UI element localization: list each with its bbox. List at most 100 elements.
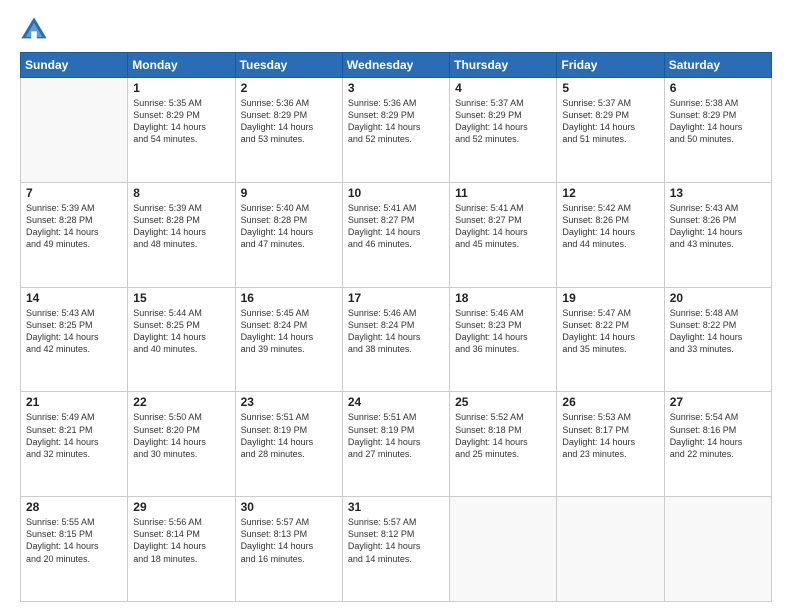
day-number: 16	[241, 291, 337, 305]
day-info: Sunrise: 5:36 AM Sunset: 8:29 PM Dayligh…	[348, 97, 444, 146]
day-number: 14	[26, 291, 122, 305]
week-row-0: 1 Sunrise: 5:35 AM Sunset: 8:29 PM Daylig…	[21, 78, 772, 183]
day-info: Sunrise: 5:39 AM Sunset: 8:28 PM Dayligh…	[26, 202, 122, 251]
week-row-2: 14 Sunrise: 5:43 AM Sunset: 8:25 PM Dayli…	[21, 287, 772, 392]
day-number: 24	[348, 395, 444, 409]
day-info: Sunrise: 5:37 AM Sunset: 8:29 PM Dayligh…	[455, 97, 551, 146]
day-info: Sunrise: 5:51 AM Sunset: 8:19 PM Dayligh…	[241, 411, 337, 460]
day-number: 3	[348, 81, 444, 95]
day-info: Sunrise: 5:47 AM Sunset: 8:22 PM Dayligh…	[562, 307, 658, 356]
day-number: 1	[133, 81, 229, 95]
day-info: Sunrise: 5:50 AM Sunset: 8:20 PM Dayligh…	[133, 411, 229, 460]
day-number: 10	[348, 186, 444, 200]
day-cell: 23 Sunrise: 5:51 AM Sunset: 8:19 PM Dayli…	[235, 392, 342, 497]
day-info: Sunrise: 5:53 AM Sunset: 8:17 PM Dayligh…	[562, 411, 658, 460]
day-cell: 19 Sunrise: 5:47 AM Sunset: 8:22 PM Dayli…	[557, 287, 664, 392]
week-row-1: 7 Sunrise: 5:39 AM Sunset: 8:28 PM Daylig…	[21, 182, 772, 287]
day-number: 5	[562, 81, 658, 95]
day-cell: 29 Sunrise: 5:56 AM Sunset: 8:14 PM Dayli…	[128, 497, 235, 602]
day-number: 7	[26, 186, 122, 200]
header-cell-sunday: Sunday	[21, 53, 128, 78]
day-number: 21	[26, 395, 122, 409]
calendar-header: SundayMondayTuesdayWednesdayThursdayFrid…	[21, 53, 772, 78]
day-info: Sunrise: 5:44 AM Sunset: 8:25 PM Dayligh…	[133, 307, 229, 356]
day-info: Sunrise: 5:57 AM Sunset: 8:12 PM Dayligh…	[348, 516, 444, 565]
day-number: 28	[26, 500, 122, 514]
day-cell: 28 Sunrise: 5:55 AM Sunset: 8:15 PM Dayli…	[21, 497, 128, 602]
day-cell: 27 Sunrise: 5:54 AM Sunset: 8:16 PM Dayli…	[664, 392, 771, 497]
page: SundayMondayTuesdayWednesdayThursdayFrid…	[0, 0, 792, 612]
day-cell	[450, 497, 557, 602]
day-number: 19	[562, 291, 658, 305]
day-cell	[557, 497, 664, 602]
day-number: 13	[670, 186, 766, 200]
calendar-table: SundayMondayTuesdayWednesdayThursdayFrid…	[20, 52, 772, 602]
day-cell: 15Sunrise: 5:44 AM Sunset: 8:25 PM Dayli…	[128, 287, 235, 392]
day-info: Sunrise: 5:41 AM Sunset: 8:27 PM Dayligh…	[455, 202, 551, 251]
header-cell-wednesday: Wednesday	[342, 53, 449, 78]
logo-icon	[20, 16, 48, 44]
day-cell	[21, 78, 128, 183]
day-number: 30	[241, 500, 337, 514]
day-number: 22	[133, 395, 229, 409]
day-cell: 25Sunrise: 5:52 AM Sunset: 8:18 PM Dayli…	[450, 392, 557, 497]
day-info: Sunrise: 5:36 AM Sunset: 8:29 PM Dayligh…	[241, 97, 337, 146]
header-cell-tuesday: Tuesday	[235, 53, 342, 78]
day-info: Sunrise: 5:55 AM Sunset: 8:15 PM Dayligh…	[26, 516, 122, 565]
day-cell: 17 Sunrise: 5:46 AM Sunset: 8:24 PM Dayli…	[342, 287, 449, 392]
header-cell-monday: Monday	[128, 53, 235, 78]
day-cell: 14 Sunrise: 5:43 AM Sunset: 8:25 PM Dayli…	[21, 287, 128, 392]
day-cell: 18Sunrise: 5:46 AM Sunset: 8:23 PM Dayli…	[450, 287, 557, 392]
day-info: Sunrise: 5:46 AM Sunset: 8:23 PM Dayligh…	[455, 307, 551, 356]
header-cell-friday: Friday	[557, 53, 664, 78]
header-cell-thursday: Thursday	[450, 53, 557, 78]
day-info: Sunrise: 5:54 AM Sunset: 8:16 PM Dayligh…	[670, 411, 766, 460]
day-cell: 11 Sunrise: 5:41 AM Sunset: 8:27 PM Dayli…	[450, 182, 557, 287]
day-info: Sunrise: 5:43 AM Sunset: 8:25 PM Dayligh…	[26, 307, 122, 356]
day-info: Sunrise: 5:48 AM Sunset: 8:22 PM Dayligh…	[670, 307, 766, 356]
day-info: Sunrise: 5:35 AM Sunset: 8:29 PM Dayligh…	[133, 97, 229, 146]
day-number: 23	[241, 395, 337, 409]
day-number: 25	[455, 395, 551, 409]
day-number: 9	[241, 186, 337, 200]
day-info: Sunrise: 5:45 AM Sunset: 8:24 PM Dayligh…	[241, 307, 337, 356]
day-number: 27	[670, 395, 766, 409]
day-info: Sunrise: 5:37 AM Sunset: 8:29 PM Dayligh…	[562, 97, 658, 146]
day-cell: 8 Sunrise: 5:39 AM Sunset: 8:28 PM Daylig…	[128, 182, 235, 287]
day-number: 17	[348, 291, 444, 305]
day-number: 8	[133, 186, 229, 200]
day-number: 20	[670, 291, 766, 305]
day-cell: 31Sunrise: 5:57 AM Sunset: 8:12 PM Dayli…	[342, 497, 449, 602]
day-number: 4	[455, 81, 551, 95]
day-info: Sunrise: 5:39 AM Sunset: 8:28 PM Dayligh…	[133, 202, 229, 251]
day-number: 29	[133, 500, 229, 514]
day-cell: 12Sunrise: 5:42 AM Sunset: 8:26 PM Dayli…	[557, 182, 664, 287]
day-cell: 7 Sunrise: 5:39 AM Sunset: 8:28 PM Daylig…	[21, 182, 128, 287]
header-cell-saturday: Saturday	[664, 53, 771, 78]
day-info: Sunrise: 5:49 AM Sunset: 8:21 PM Dayligh…	[26, 411, 122, 460]
calendar-body: 1 Sunrise: 5:35 AM Sunset: 8:29 PM Daylig…	[21, 78, 772, 602]
day-cell: 13Sunrise: 5:43 AM Sunset: 8:26 PM Dayli…	[664, 182, 771, 287]
day-info: Sunrise: 5:38 AM Sunset: 8:29 PM Dayligh…	[670, 97, 766, 146]
week-row-3: 21 Sunrise: 5:49 AM Sunset: 8:21 PM Dayli…	[21, 392, 772, 497]
header-row: SundayMondayTuesdayWednesdayThursdayFrid…	[21, 53, 772, 78]
day-cell: 4 Sunrise: 5:37 AM Sunset: 8:29 PM Daylig…	[450, 78, 557, 183]
day-cell: 21 Sunrise: 5:49 AM Sunset: 8:21 PM Dayli…	[21, 392, 128, 497]
logo	[20, 16, 50, 44]
day-info: Sunrise: 5:42 AM Sunset: 8:26 PM Dayligh…	[562, 202, 658, 251]
day-cell: 16 Sunrise: 5:45 AM Sunset: 8:24 PM Dayli…	[235, 287, 342, 392]
day-cell: 22 Sunrise: 5:50 AM Sunset: 8:20 PM Dayli…	[128, 392, 235, 497]
day-number: 26	[562, 395, 658, 409]
day-cell: 24Sunrise: 5:51 AM Sunset: 8:19 PM Dayli…	[342, 392, 449, 497]
day-info: Sunrise: 5:46 AM Sunset: 8:24 PM Dayligh…	[348, 307, 444, 356]
day-number: 2	[241, 81, 337, 95]
day-cell: 20 Sunrise: 5:48 AM Sunset: 8:22 PM Dayli…	[664, 287, 771, 392]
day-number: 11	[455, 186, 551, 200]
day-info: Sunrise: 5:56 AM Sunset: 8:14 PM Dayligh…	[133, 516, 229, 565]
day-cell: 30Sunrise: 5:57 AM Sunset: 8:13 PM Dayli…	[235, 497, 342, 602]
day-cell: 26 Sunrise: 5:53 AM Sunset: 8:17 PM Dayli…	[557, 392, 664, 497]
day-cell: 1 Sunrise: 5:35 AM Sunset: 8:29 PM Daylig…	[128, 78, 235, 183]
day-cell: 6 Sunrise: 5:38 AM Sunset: 8:29 PM Daylig…	[664, 78, 771, 183]
day-number: 6	[670, 81, 766, 95]
day-cell: 10Sunrise: 5:41 AM Sunset: 8:27 PM Dayli…	[342, 182, 449, 287]
